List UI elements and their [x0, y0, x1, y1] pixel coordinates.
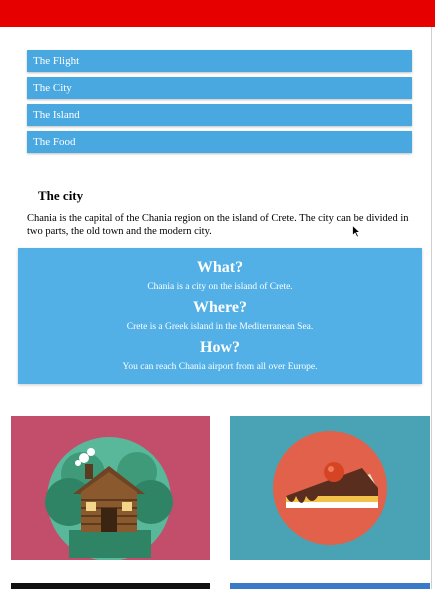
- top-bar: [0, 0, 435, 27]
- log-cabin-icon: [45, 437, 173, 560]
- what-text: Chania is a city on the island of Crete.: [147, 282, 293, 292]
- nav-item-island[interactable]: The Island: [27, 104, 412, 126]
- nav-item-food[interactable]: The Food: [27, 131, 412, 153]
- where-title: Where?: [193, 299, 247, 316]
- image-card-3: [11, 583, 210, 589]
- image-card-cabin: [11, 416, 210, 560]
- info-box: What? Chania is a city on the island of …: [18, 248, 422, 384]
- image-card-4: [230, 583, 430, 589]
- cake-slice-icon: [273, 431, 387, 545]
- page-heading: The city: [38, 188, 84, 203]
- nav-item-flight[interactable]: The Flight: [27, 50, 412, 72]
- how-text: You can reach Chania airport from all ov…: [122, 362, 318, 372]
- nav-item-city[interactable]: The City: [27, 77, 412, 99]
- what-title: What?: [196, 259, 244, 276]
- where-text: Crete is a Greek island in the Mediterra…: [126, 322, 314, 332]
- how-title: How?: [200, 339, 240, 356]
- right-border: [431, 27, 432, 589]
- nav-menu: The Flight The City The Island The Food: [27, 50, 412, 158]
- mouse-cursor-icon: [352, 225, 361, 238]
- image-card-cake: [230, 416, 430, 560]
